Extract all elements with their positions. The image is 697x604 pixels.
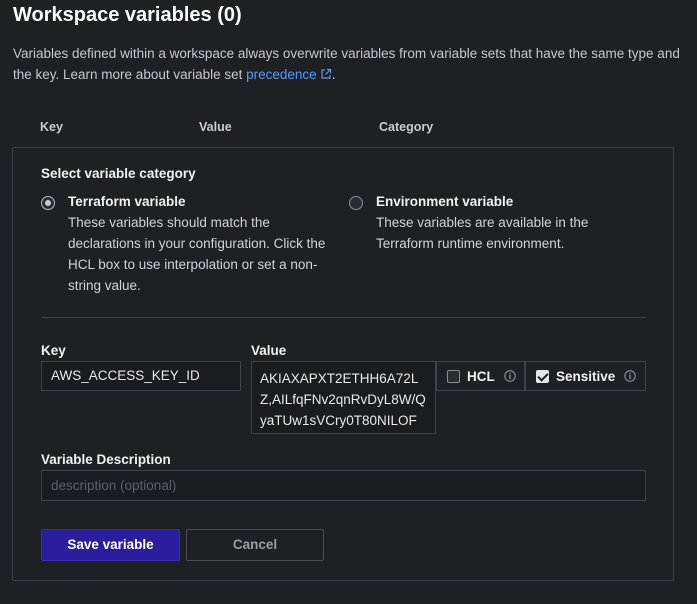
info-icon[interactable] — [624, 370, 636, 382]
sensitive-checkbox-group[interactable]: Sensitive — [525, 361, 646, 391]
divider — [41, 317, 646, 318]
column-header-value: Value — [199, 120, 232, 134]
save-variable-button[interactable]: Save variable — [41, 529, 180, 561]
workspace-variables-page: Workspace variables (0) Variables define… — [0, 0, 697, 604]
info-icon[interactable] — [504, 370, 516, 382]
sensitive-checkbox[interactable] — [536, 369, 549, 383]
key-label: Key — [41, 343, 66, 358]
intro-text: Variables defined within a workspace alw… — [13, 43, 683, 85]
description-label: Variable Description — [41, 452, 171, 467]
category-label: Select variable category — [41, 166, 196, 181]
key-input[interactable]: AWS_ACCESS_KEY_ID — [41, 361, 241, 391]
sensitive-label[interactable]: Sensitive — [556, 369, 615, 384]
terraform-variable-title[interactable]: Terraform variable — [68, 194, 186, 209]
environment-variable-title[interactable]: Environment variable — [376, 194, 513, 209]
intro-body: Variables defined within a workspace alw… — [13, 46, 680, 82]
column-header-key: Key — [40, 120, 63, 134]
value-label: Value — [251, 343, 287, 358]
precedence-link[interactable]: precedence — [246, 67, 332, 82]
hcl-checkbox[interactable] — [447, 369, 460, 383]
precedence-link-label[interactable]: precedence — [246, 67, 317, 82]
column-header-category: Category — [379, 120, 434, 134]
external-link-icon — [321, 68, 331, 79]
environment-variable-radio[interactable] — [349, 196, 363, 210]
terraform-variable-radio[interactable] — [41, 196, 55, 210]
terraform-variable-description: These variables should match the declara… — [68, 215, 326, 293]
description-input[interactable]: description (optional) — [41, 470, 646, 501]
hcl-checkbox-group[interactable]: HCL — [436, 361, 525, 391]
page-title: Workspace variables (0) — [13, 4, 242, 26]
cancel-button[interactable]: Cancel — [186, 529, 324, 561]
environment-variable-description: These variables are available in the Ter… — [376, 215, 589, 251]
add-variable-form: Select variable category Terraform varia… — [12, 147, 674, 581]
hcl-label[interactable]: HCL — [467, 369, 495, 384]
value-input[interactable]: AKIAXAPXT2ETHH6A72LZ,AILfqFNv2qnRvDyL8W/… — [251, 361, 436, 434]
intro-end: . — [331, 67, 336, 82]
